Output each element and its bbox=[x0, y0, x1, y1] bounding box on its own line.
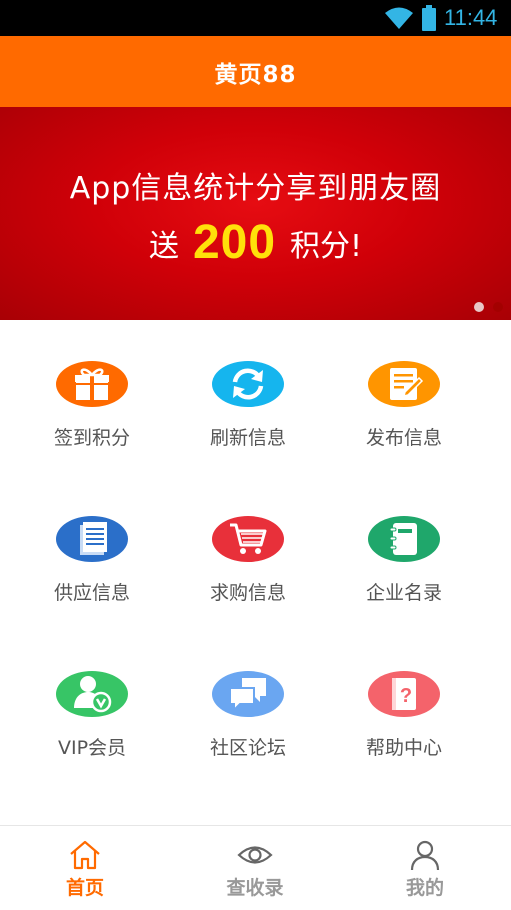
wifi-icon bbox=[385, 7, 413, 29]
banner-suffix: 积分! bbox=[290, 229, 363, 264]
feature-label: 求购信息 bbox=[209, 582, 286, 604]
cart-icon bbox=[212, 516, 284, 562]
notebook-icon bbox=[368, 516, 440, 562]
feature-item[interactable]: 供应信息 bbox=[17, 475, 167, 605]
user-icon bbox=[409, 826, 441, 871]
battery-icon bbox=[422, 5, 436, 31]
feature-label: 刷新信息 bbox=[209, 427, 286, 449]
vip-user-icon bbox=[56, 671, 128, 717]
carousel-indicator[interactable] bbox=[474, 302, 503, 312]
document-icon bbox=[56, 516, 128, 562]
page-title: 黄页88 bbox=[214, 61, 297, 88]
feature-item[interactable]: 社区论坛 bbox=[173, 630, 323, 760]
bottom-tab-bar: 首页 查收录 我的 bbox=[0, 825, 511, 910]
promo-banner[interactable]: App信息统计分享到朋友圈 送 200 积分! bbox=[0, 107, 511, 320]
feature-item[interactable]: 刷新信息 bbox=[173, 320, 323, 450]
feature-label: 帮助中心 bbox=[365, 737, 442, 759]
feature-label: 供应信息 bbox=[53, 582, 130, 604]
banner-line2: 送 200 积分! bbox=[0, 215, 511, 271]
status-bar: 11:44 bbox=[0, 0, 511, 36]
feature-label: 企业名录 bbox=[365, 582, 442, 604]
tab-label: 查收录 bbox=[226, 877, 284, 899]
tab-label: 我的 bbox=[405, 877, 444, 899]
home-icon bbox=[68, 826, 102, 871]
feature-item[interactable]: VIP会员 bbox=[17, 630, 167, 760]
feature-item[interactable]: ? 帮助中心 bbox=[329, 630, 479, 760]
carousel-dot[interactable] bbox=[493, 302, 503, 312]
tab-label: 首页 bbox=[65, 877, 104, 899]
edit-note-icon bbox=[368, 361, 440, 407]
feature-label: VIP会员 bbox=[57, 737, 127, 759]
feature-label: 社区论坛 bbox=[209, 737, 286, 759]
chat-icon bbox=[212, 671, 284, 717]
svg-text:?: ? bbox=[400, 685, 412, 707]
feature-label: 签到积分 bbox=[53, 427, 130, 449]
tab-item[interactable]: 首页 bbox=[0, 826, 170, 910]
status-time: 11:44 bbox=[444, 5, 498, 30]
feature-label: 发布信息 bbox=[365, 427, 442, 449]
help-book-icon: ? bbox=[368, 671, 440, 717]
carousel-dot[interactable] bbox=[474, 302, 484, 312]
banner-prefix: 送 bbox=[148, 229, 179, 264]
refresh-icon bbox=[212, 361, 284, 407]
gift-icon bbox=[56, 361, 128, 407]
app-header: 黄页88 bbox=[0, 36, 511, 107]
feature-item[interactable]: 企业名录 bbox=[329, 475, 479, 605]
feature-item[interactable]: 求购信息 bbox=[173, 475, 323, 605]
feature-item[interactable]: 签到积分 bbox=[17, 320, 167, 450]
feature-item[interactable]: 发布信息 bbox=[329, 320, 479, 450]
banner-line1: App信息统计分享到朋友圈 bbox=[69, 171, 442, 206]
feature-grid: 签到积分 刷新信息 发布信息 供应信息 求购信息 企业名录 VIP会员 社区论坛? 帮助中心 bbox=[0, 320, 511, 825]
banner-points: 200 bbox=[192, 216, 277, 269]
eye-icon bbox=[237, 826, 273, 871]
tab-item[interactable]: 我的 bbox=[340, 826, 510, 910]
tab-item[interactable]: 查收录 bbox=[170, 826, 340, 910]
